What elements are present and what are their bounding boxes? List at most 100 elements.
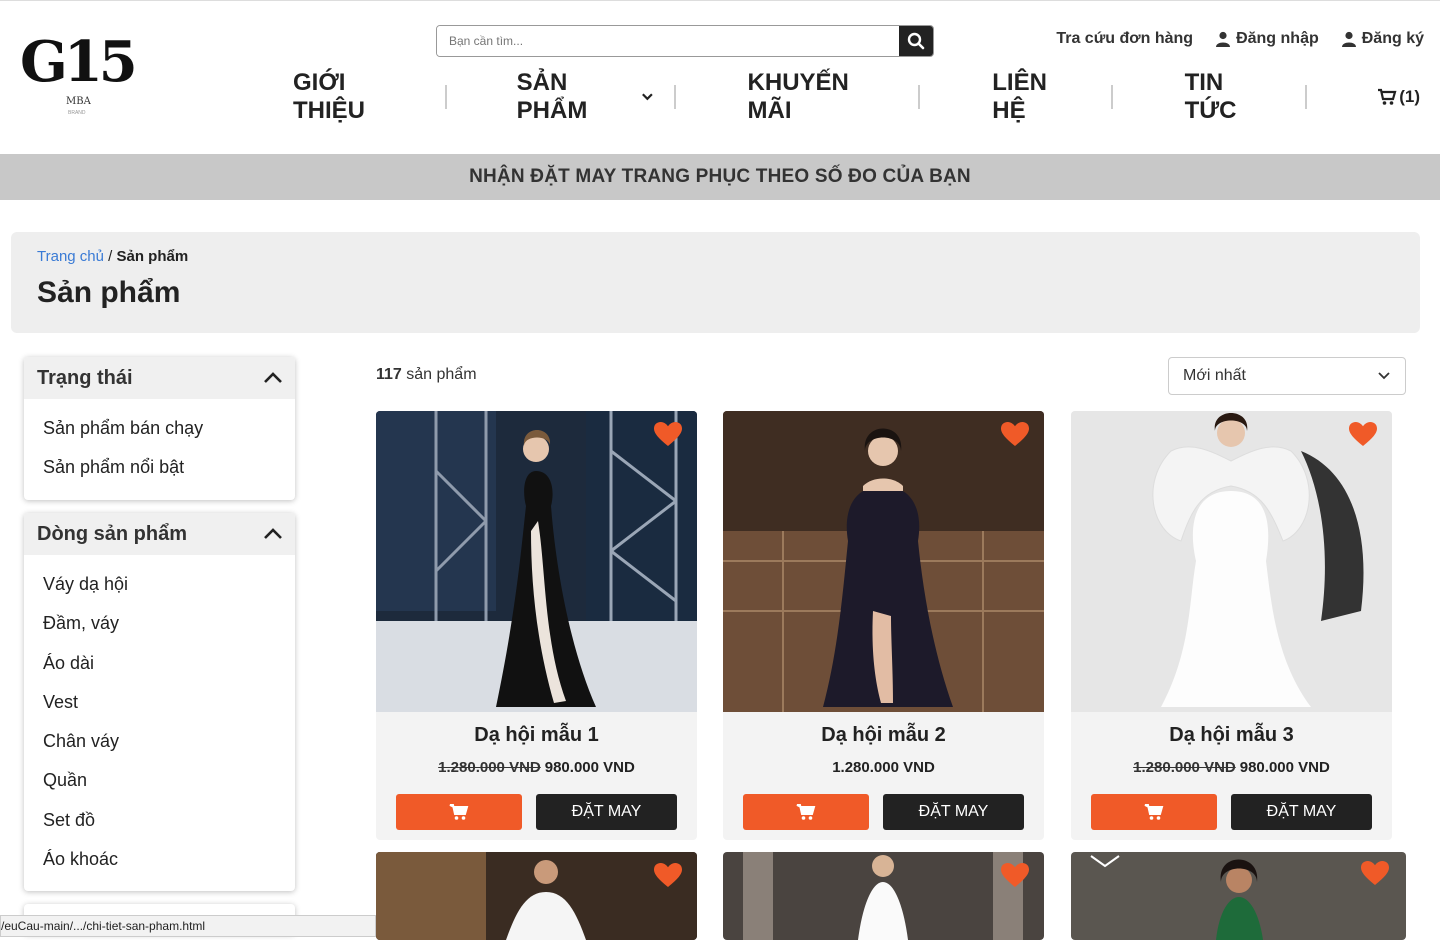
product-current-price: 1.280.000 VND xyxy=(832,759,935,776)
nav-about[interactable]: GIỚI THIỆU xyxy=(293,69,413,125)
nav-news[interactable]: TIN TỨC xyxy=(1185,69,1274,125)
nav-products[interactable]: SẢN PHẨM xyxy=(517,69,654,125)
browser-status-url: /euCau-main/.../chi-tiet-san-pham.html xyxy=(0,915,376,937)
nav-divider xyxy=(1305,85,1308,109)
user-icon xyxy=(1341,31,1356,47)
filter-lines-panel: Dòng sản phẩm Váy dạ hội Đầm, váy Áo dài… xyxy=(24,513,295,891)
product-card[interactable] xyxy=(1071,852,1406,940)
product-count: 117 sản phẩm xyxy=(376,366,477,384)
product-actions: ĐẶT MAY xyxy=(743,794,1044,830)
add-to-cart-button[interactable] xyxy=(396,794,522,830)
main-nav: GIỚI THIỆU SẢN PHẨM KHUYẾN MÃI LIÊN HỆ T… xyxy=(250,69,1420,124)
heart-icon[interactable] xyxy=(653,421,683,447)
product-count-label: sản phẩm xyxy=(401,366,477,383)
cart-icon xyxy=(796,804,816,820)
breadcrumb-current: Sản phẩm xyxy=(116,248,189,265)
filter-status-panel: Trạng thái Sản phẩm bán chạy Sản phẩm nổ… xyxy=(24,357,295,500)
product-image[interactable] xyxy=(723,411,1044,712)
order-tailor-button[interactable]: ĐẶT MAY xyxy=(536,794,677,830)
filter-item-skirt[interactable]: Chân váy xyxy=(43,722,295,761)
product-actions: ĐẶT MAY xyxy=(1091,794,1392,830)
login-label: Đăng nhập xyxy=(1236,30,1319,47)
cart-count: (1) xyxy=(1399,87,1420,106)
product-card[interactable] xyxy=(723,852,1044,940)
product-image[interactable] xyxy=(376,411,697,712)
filter-item-pants[interactable]: Quần xyxy=(43,761,295,800)
filter-status-list: Sản phẩm bán chạy Sản phẩm nổi bật xyxy=(24,399,295,492)
nav-divider xyxy=(1110,85,1113,109)
heart-icon[interactable] xyxy=(1348,421,1378,447)
filter-item-featured[interactable]: Sản phẩm nổi bật xyxy=(43,448,295,487)
heart-icon[interactable] xyxy=(653,862,683,888)
nav-divider xyxy=(444,85,447,109)
brand-logo[interactable]: G15 MBA BRAND xyxy=(20,29,138,118)
filter-item-set[interactable]: Set đồ xyxy=(43,801,295,840)
heart-icon[interactable] xyxy=(1000,862,1030,888)
filter-status-title: Trạng thái xyxy=(37,366,133,389)
product-name[interactable]: Dạ hội mẫu 1 xyxy=(376,724,697,747)
login-link[interactable]: Đăng nhập xyxy=(1215,30,1319,48)
filter-item-ao-dai[interactable]: Áo dài xyxy=(43,644,295,683)
order-tailor-button[interactable]: ĐẶT MAY xyxy=(1231,794,1372,830)
filter-item-jacket[interactable]: Áo khoác xyxy=(43,840,295,879)
add-to-cart-button[interactable] xyxy=(1091,794,1217,830)
page-title: Sản phẩm xyxy=(37,276,181,309)
search-input[interactable] xyxy=(437,26,899,56)
nav-contact[interactable]: LIÊN HỆ xyxy=(992,69,1079,125)
product-old-price: 1.280.000 VND xyxy=(438,759,541,776)
product-photo xyxy=(723,852,1044,940)
sort-select[interactable]: Mới nhất xyxy=(1168,357,1406,395)
product-name[interactable]: Dạ hội mẫu 2 xyxy=(723,724,1044,747)
cart-icon xyxy=(1378,88,1397,105)
nav-divider xyxy=(673,85,676,109)
promo-banner: NHẬN ĐẶT MAY TRANG PHỤC THEO SỐ ĐO CỦA B… xyxy=(0,154,1440,200)
product-photo xyxy=(723,411,1044,712)
product-card[interactable]: Dạ hội mẫu 3 1.280.000 VND 980.000 VND ĐẶ… xyxy=(1071,411,1392,840)
product-photo xyxy=(1071,411,1392,712)
filter-item-vest[interactable]: Vest xyxy=(43,683,295,722)
breadcrumb: Trang chủ / Sản phẩm xyxy=(37,248,188,265)
filter-item-evening-dress[interactable]: Váy dạ hội xyxy=(43,565,295,604)
product-card[interactable]: Dạ hội mẫu 2 1.280.000 VND ĐẶT MAY xyxy=(723,411,1044,840)
add-to-cart-button[interactable] xyxy=(743,794,869,830)
product-card[interactable] xyxy=(376,852,697,940)
product-current-price: 980.000 VND xyxy=(544,759,635,776)
product-name[interactable]: Dạ hội mẫu 3 xyxy=(1071,724,1392,747)
nav-cart[interactable]: (1) xyxy=(1377,87,1420,107)
filter-status-header[interactable]: Trạng thái xyxy=(24,357,295,399)
logo-subtitle: MBA xyxy=(66,96,91,107)
chevron-down-icon xyxy=(1378,372,1390,380)
register-label: Đăng ký xyxy=(1361,30,1424,47)
filter-item-dress[interactable]: Đầm, váy xyxy=(43,604,295,643)
heart-icon[interactable] xyxy=(1000,421,1030,447)
product-card[interactable]: Dạ hội mẫu 1 1.280.000 VND 980.000 VND ĐẶ… xyxy=(376,411,697,840)
nav-promotions[interactable]: KHUYẾN MÃI xyxy=(748,69,887,125)
breadcrumb-home[interactable]: Trang chủ xyxy=(37,248,104,265)
filter-lines-list: Váy dạ hội Đầm, váy Áo dài Vest Chân váy… xyxy=(24,555,295,883)
logo-mark: G15 xyxy=(20,29,138,95)
chevron-up-icon xyxy=(264,372,282,383)
order-tailor-button[interactable]: ĐẶT MAY xyxy=(883,794,1024,830)
heart-icon[interactable] xyxy=(1360,860,1390,886)
filter-item-bestseller[interactable]: Sản phẩm bán chạy xyxy=(43,409,295,448)
chevron-up-icon xyxy=(264,528,282,539)
product-count-number: 117 xyxy=(376,366,402,383)
product-photo xyxy=(1071,852,1406,940)
product-price: 1.280.000 VND xyxy=(723,759,1044,776)
chevron-down-icon xyxy=(642,93,653,101)
product-price: 1.280.000 VND 980.000 VND xyxy=(1071,759,1392,776)
nav-divider xyxy=(918,85,921,109)
filter-lines-header[interactable]: Dòng sản phẩm xyxy=(24,513,295,555)
track-order-link[interactable]: Tra cứu đơn hàng xyxy=(1056,30,1193,48)
search-button[interactable] xyxy=(899,26,933,56)
top-border xyxy=(0,0,1440,4)
logo-subtitle-small: BRAND xyxy=(68,110,86,116)
product-price: 1.280.000 VND 980.000 VND xyxy=(376,759,697,776)
user-icon xyxy=(1216,31,1231,47)
sort-selected-value: Mới nhất xyxy=(1183,367,1246,384)
product-image[interactable] xyxy=(1071,411,1392,712)
register-link[interactable]: Đăng ký xyxy=(1341,30,1424,48)
search-icon xyxy=(907,32,925,50)
filter-lines-title: Dòng sản phẩm xyxy=(37,522,188,545)
account-links: Tra cứu đơn hàng Đăng nhập Đăng ký xyxy=(1056,30,1424,48)
